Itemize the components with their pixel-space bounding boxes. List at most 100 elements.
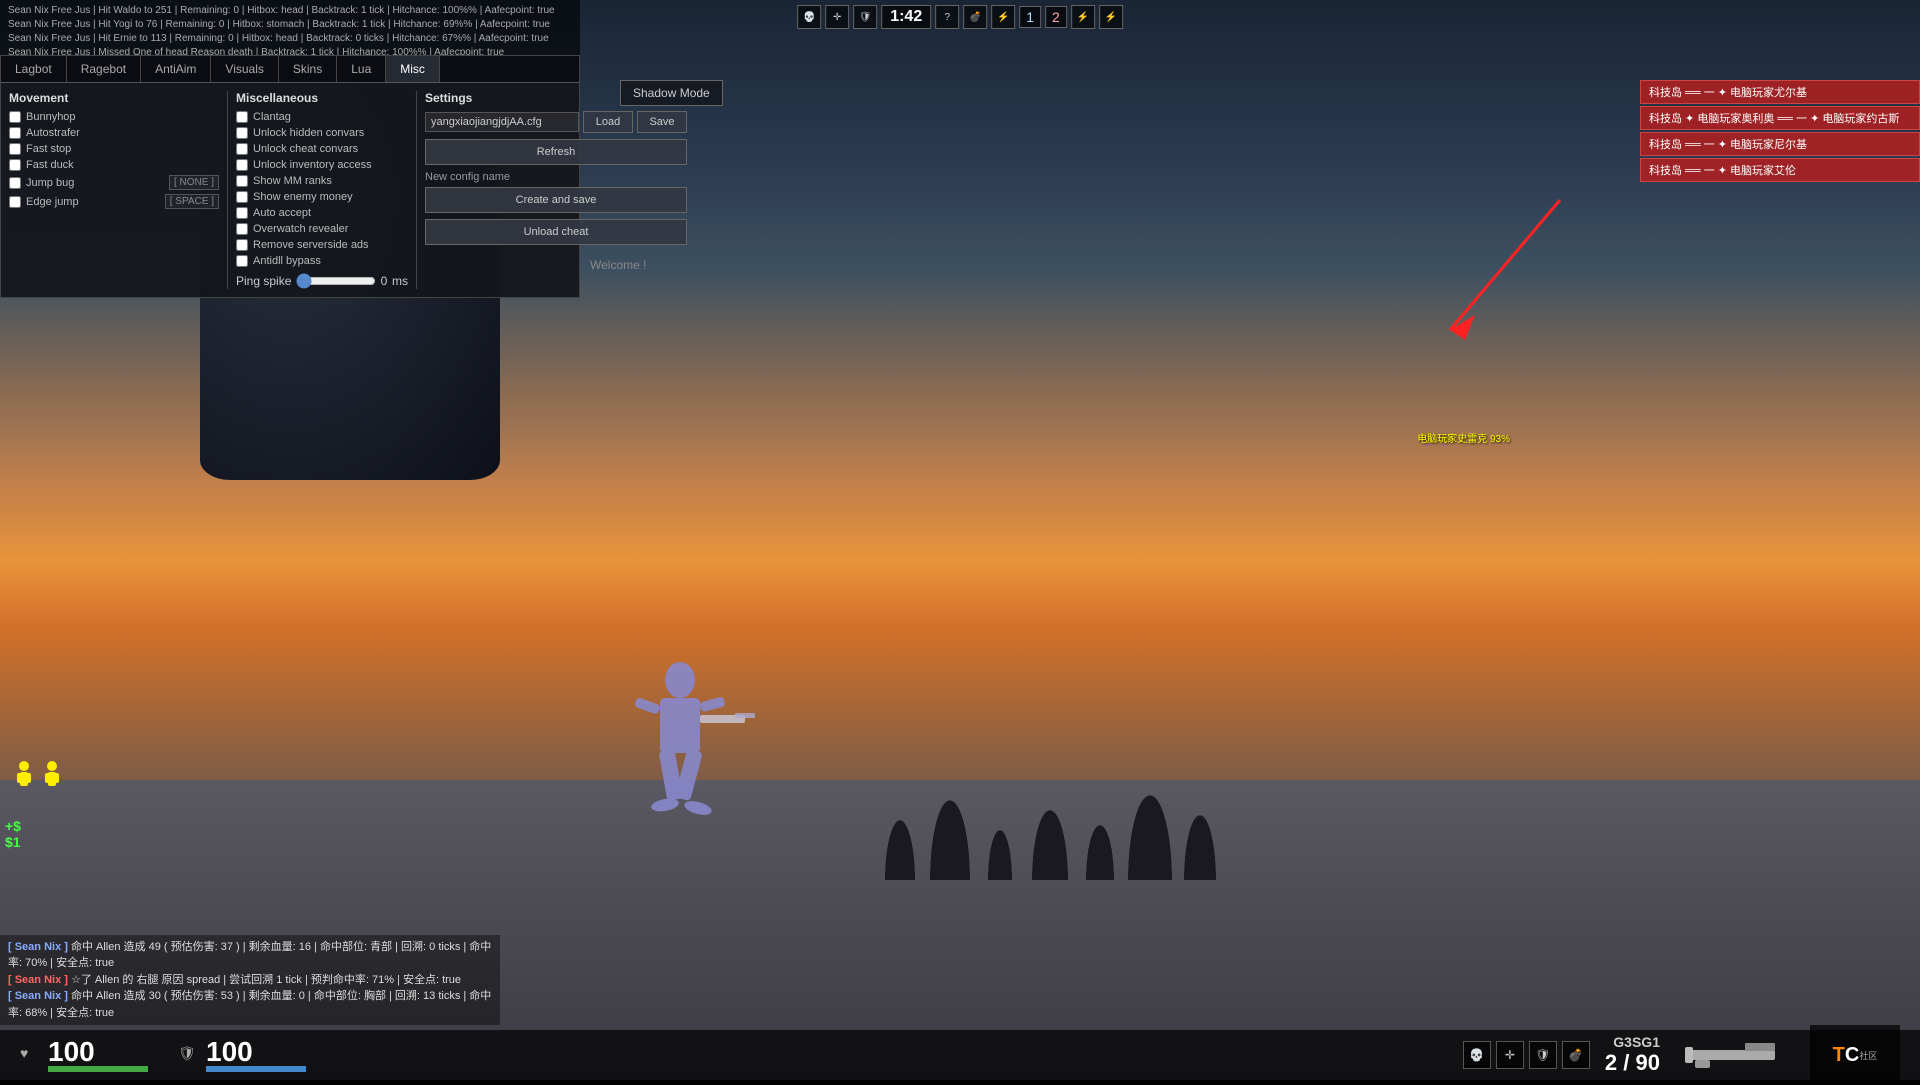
health-group: ♥ 100 xyxy=(20,1038,148,1072)
fast-stop-checkbox[interactable] xyxy=(9,143,21,155)
weapon-group: 💀 ✛ 🛡 💣 G3SG1 2 / 90 T C xyxy=(1463,1025,1900,1085)
tab-ragebot[interactable]: Ragebot xyxy=(67,56,141,82)
movement-column: Movement Bunnyhop Autostrafer Fast stop … xyxy=(9,91,219,289)
weapon-name: G3SG1 xyxy=(1605,1034,1660,1050)
player-character xyxy=(580,650,780,850)
tab-misc[interactable]: Misc xyxy=(386,56,440,82)
kill-feed-line-1: Sean Nix Free Jus | Hit Waldo to 251 | R… xyxy=(8,4,572,18)
player-indicator-2 xyxy=(43,760,61,790)
load-button[interactable]: Load xyxy=(583,111,633,133)
tab-antiaim[interactable]: AntiAim xyxy=(141,56,211,82)
misc-header: Miscellaneous xyxy=(236,91,408,105)
show-enemy-money-checkbox[interactable] xyxy=(236,191,248,203)
overwatch-checkbox[interactable] xyxy=(236,223,248,235)
player-indicator-1 xyxy=(15,760,33,790)
auto-accept-item: Auto accept xyxy=(236,207,408,219)
tc-brand-text: T xyxy=(1833,1044,1845,1067)
chat-line-2: [ Sean Nix ] ☆了 Allen 的 右腿 原因 spread | 尝… xyxy=(8,972,492,989)
tab-skins[interactable]: Skins xyxy=(279,56,337,82)
chat-name-1: [ Sean Nix ] xyxy=(8,941,68,953)
hud-extra-icon: ⚡ xyxy=(991,5,1015,29)
unlock-cheat-checkbox[interactable] xyxy=(236,143,248,155)
shadow-mode-button[interactable]: Shadow Mode xyxy=(620,80,723,106)
hud-question-icon: ? xyxy=(935,5,959,29)
enemy-esp-label: 电脑玩家史雷克 93% xyxy=(1417,430,1510,445)
misc-column: Miscellaneous Clantag Unlock hidden conv… xyxy=(227,91,417,289)
ping-spike-slider[interactable] xyxy=(296,273,376,289)
top-hud: 💀 ✛ 🛡 1:42 ? 💣 ⚡ 1 2 ⚡ ⚡ xyxy=(797,5,1123,29)
tc-brand-text2: C xyxy=(1845,1044,1859,1067)
armor-value: 100 xyxy=(206,1038,306,1066)
ping-spike-label: Ping spike xyxy=(236,274,291,288)
welcome-text: Welcome ! xyxy=(590,258,646,272)
refresh-button[interactable]: Refresh xyxy=(425,139,687,165)
tc-subtitle: 社区 xyxy=(1859,1049,1877,1062)
bottom-right-icons: 💀 ✛ 🛡 💣 xyxy=(1463,1041,1590,1069)
menu-content: Movement Bunnyhop Autostrafer Fast stop … xyxy=(1,83,579,297)
show-mm-ranks-item: Show MM ranks xyxy=(236,175,408,187)
chat-name-3: [ Sean Nix ] xyxy=(8,990,68,1002)
tab-bar: Lagbot Ragebot AntiAim Visuals Skins Lua… xyxy=(1,56,579,83)
bunnyhop-checkbox[interactable] xyxy=(9,111,21,123)
bot-icon-2: ✛ xyxy=(1496,1041,1524,1069)
unload-cheat-button[interactable]: Unload cheat xyxy=(425,219,687,245)
chat-line-3: [ Sean Nix ] 命中 Allen 造成 30 ( 预估伤害: 53 )… xyxy=(8,988,492,1021)
hud-crosshair-icon: ✛ xyxy=(825,5,849,29)
team-panel-4: 科技岛 ══ 一 ✦ 电脑玩家艾伦 xyxy=(1640,158,1920,182)
settings-column: Settings Load Save Refresh New config na… xyxy=(425,91,687,289)
hud-skull-icon: 💀 xyxy=(797,5,821,29)
jump-bug-checkbox[interactable] xyxy=(9,177,21,189)
save-button[interactable]: Save xyxy=(637,111,687,133)
unlock-inventory-item: Unlock inventory access xyxy=(236,159,408,171)
ammo-current: 2 xyxy=(1605,1050,1617,1075)
score-right: 2 xyxy=(1045,6,1067,28)
hud-t-icon: ⚡ xyxy=(1071,5,1095,29)
unlock-hidden-checkbox[interactable] xyxy=(236,127,248,139)
unlock-hidden-label: Unlock hidden convars xyxy=(253,127,408,139)
remove-ads-item: Remove serverside ads xyxy=(236,239,408,251)
antidll-checkbox[interactable] xyxy=(236,255,248,267)
fast-duck-item: Fast duck xyxy=(9,159,219,171)
tab-lua[interactable]: Lua xyxy=(337,56,386,82)
team-panel-2: 科技岛 ✦ 电脑玩家奥利奥 ══ 一 ✦ 电脑玩家约古斯 xyxy=(1640,106,1920,130)
chat-text-2: ☆了 Allen 的 右腿 原因 spread | 尝试回溯 1 tick | … xyxy=(71,974,461,986)
fast-stop-label: Fast stop xyxy=(26,143,219,155)
ping-spike-row: Ping spike 0 ms xyxy=(236,273,408,289)
edge-jump-keybind: [ SPACE ] xyxy=(165,194,219,209)
player-indicators xyxy=(15,760,61,790)
money-display: +$ $1 xyxy=(5,818,21,850)
ammo-separator: / xyxy=(1623,1050,1635,1075)
team-panel-3: 科技岛 ══ 一 ✦ 电脑玩家尼尔基 xyxy=(1640,132,1920,156)
edge-jump-item: Edge jump [ SPACE ] xyxy=(9,194,219,209)
jump-bug-keybind: [ NONE ] xyxy=(169,175,219,190)
movement-header: Movement xyxy=(9,91,219,105)
armor-group: 🛡 100 xyxy=(178,1038,306,1072)
config-input[interactable] xyxy=(425,112,579,132)
team-panel-1: 科技岛 ══ 一 ✦ 电脑玩家尤尔基 xyxy=(1640,80,1920,104)
unlock-inventory-checkbox[interactable] xyxy=(236,159,248,171)
ammo-total: 90 xyxy=(1636,1050,1660,1075)
edge-jump-checkbox[interactable] xyxy=(9,196,21,208)
unlock-hidden-item: Unlock hidden convars xyxy=(236,127,408,139)
jump-bug-label: Jump bug xyxy=(26,177,164,189)
fast-stop-item: Fast stop xyxy=(9,143,219,155)
clantag-item: Clantag xyxy=(236,111,408,123)
clantag-checkbox[interactable] xyxy=(236,111,248,123)
tab-visuals[interactable]: Visuals xyxy=(211,56,278,82)
tc-logo: T C 社区 xyxy=(1810,1025,1900,1085)
remove-ads-checkbox[interactable] xyxy=(236,239,248,251)
fast-duck-checkbox[interactable] xyxy=(9,159,21,171)
tab-lagbot[interactable]: Lagbot xyxy=(1,56,67,82)
bunnyhop-label: Bunnyhop xyxy=(26,111,219,123)
weapon-image xyxy=(1675,1035,1795,1075)
edge-jump-label: Edge jump xyxy=(26,196,160,208)
auto-accept-checkbox[interactable] xyxy=(236,207,248,219)
autostrafer-checkbox[interactable] xyxy=(9,127,21,139)
autostrafer-label: Autostrafer xyxy=(26,127,219,139)
show-mm-ranks-checkbox[interactable] xyxy=(236,175,248,187)
create-save-button[interactable]: Create and save xyxy=(425,187,687,213)
show-mm-ranks-label: Show MM ranks xyxy=(253,175,408,187)
new-config-label: New config name xyxy=(425,171,687,183)
game-timer: 1:42 xyxy=(881,5,931,29)
armor-display: 100 xyxy=(206,1038,306,1072)
